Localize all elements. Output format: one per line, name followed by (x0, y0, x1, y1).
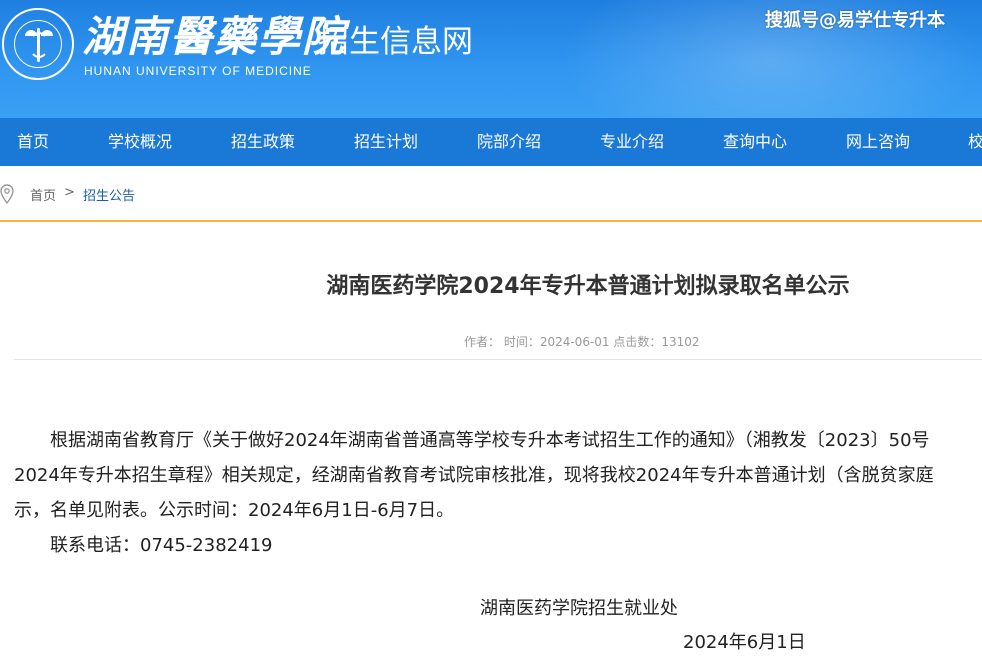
breadcrumb-home[interactable]: 首页 (30, 185, 56, 204)
nav-item-more[interactable]: 校 (968, 118, 982, 166)
breadcrumb-separator: > (64, 185, 75, 200)
signature-org: 湖南医药学院招生就业处 (480, 598, 678, 619)
nav-item-departments[interactable]: 院部介绍 (477, 118, 541, 166)
emblem-snake (29, 32, 49, 58)
site-name: 招生信息网 (318, 24, 473, 60)
nav-item-majors[interactable]: 专业介绍 (600, 118, 664, 166)
school-logo-text[interactable]: 湖南醫藥學院 (82, 10, 346, 64)
breadcrumb-current[interactable]: 招生公告 (83, 185, 135, 204)
nav-item-query[interactable]: 查询中心 (723, 118, 787, 166)
article-meta: 作者： 时间：2024-06-01 点击数：13102 (464, 335, 700, 349)
nav-item-overview[interactable]: 学校概况 (108, 118, 172, 166)
nav-item-consult[interactable]: 网上咨询 (846, 118, 910, 166)
nav-item-plan[interactable]: 招生计划 (354, 118, 418, 166)
watermark: 搜狐号@易学仕专升本 (765, 10, 945, 31)
article-body: 根据湖南省教育厅《关于做好2024年湖南省普通高等学校专升本考试招生工作的通知》… (14, 423, 982, 563)
site-header: 湖南醫藥學院 HUNAN UNIVERSITY OF MEDICINE 招生信息… (0, 0, 982, 118)
body-line: 2024年专升本招生章程》相关规定，经湖南省教育考试院审核批准，现将我校2024… (14, 465, 934, 486)
title-divider (14, 359, 982, 360)
article-title: 湖南医药学院2024年专升本普通计划拟录取名单公示 (326, 274, 850, 299)
breadcrumb: 首页 > 招生公告 (0, 166, 982, 222)
caduceus-emblem-icon[interactable] (2, 8, 74, 80)
signature-date: 2024年6月1日 (683, 632, 806, 653)
main-nav: 首页 学校概况 招生政策 招生计划 院部介绍 专业介绍 查询中心 网上咨询 校 (0, 118, 982, 166)
location-pin-icon (0, 184, 14, 204)
body-line: 根据湖南省教育厅《关于做好2024年湖南省普通高等学校专升本考试招生工作的通知》… (50, 430, 930, 451)
nav-item-home[interactable]: 首页 (17, 118, 49, 166)
contact-phone: 联系电话：0745-2382419 (50, 535, 273, 556)
nav-item-policy[interactable]: 招生政策 (231, 118, 295, 166)
school-name-english: HUNAN UNIVERSITY OF MEDICINE (84, 64, 312, 78)
body-line: 示，名单见附表。公示时间：2024年6月1日-6月7日。 (14, 500, 455, 521)
